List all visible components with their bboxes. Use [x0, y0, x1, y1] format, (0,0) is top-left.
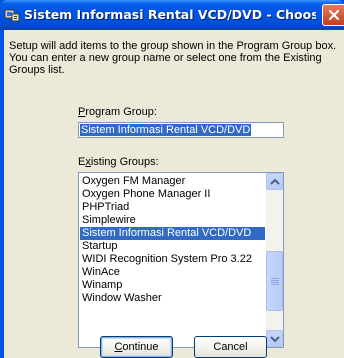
cancel-button[interactable]: Cancel [194, 336, 267, 358]
list-item[interactable]: Sistem Informasi Rental VCD/DVD [80, 227, 265, 240]
existing-groups-label: Existing Groups: [78, 156, 159, 168]
continue-label-rest: ontinue [122, 341, 159, 353]
thumb-grip-line [271, 278, 279, 279]
list-scrollbar[interactable] [266, 173, 283, 347]
program-group-label-rest: rogram Group: [85, 106, 157, 118]
program-group-input[interactable]: Sistem Informasi Rental VCD/DVD [78, 122, 284, 138]
thumb-grip-line [271, 282, 279, 283]
thumb-grip-line [271, 280, 279, 281]
dialog-body: Setup will add items to the group shown … [4, 30, 344, 358]
list-item[interactable]: WinAce [80, 266, 265, 279]
list-item[interactable]: Winamp [80, 279, 265, 292]
program-group-value: Sistem Informasi Rental VCD/DVD [80, 124, 252, 136]
title-bar[interactable]: Sistem Informasi Rental VCD/DVD - Choose… [0, 0, 344, 30]
list-item[interactable]: PHPTriad [80, 201, 265, 214]
list-item[interactable]: Oxygen Phone Manager II [80, 188, 265, 201]
scroll-down-button[interactable] [266, 330, 283, 347]
setup-window: Sistem Informasi Rental VCD/DVD - Choose… [0, 0, 344, 358]
existing-groups-list[interactable]: Oxygen FM Manager Oxygen Phone Manager II… [78, 172, 284, 348]
close-icon [328, 9, 340, 21]
existing-groups-items: Oxygen FM Manager Oxygen Phone Manager II… [80, 175, 265, 305]
setup-app-icon [4, 9, 20, 22]
list-item[interactable]: Window Washer [80, 292, 265, 305]
chevron-down-icon [270, 336, 280, 343]
scroll-up-button[interactable] [266, 173, 283, 190]
close-button[interactable] [322, 4, 344, 26]
continue-button[interactable]: Continue [100, 336, 173, 358]
existing-groups-label-rest: isting Groups: [90, 156, 159, 168]
program-group-label: Program Group: [78, 106, 157, 118]
list-item[interactable]: Startup [80, 240, 265, 253]
instructions-text: Setup will add items to the group shown … [9, 40, 337, 76]
window-title: Sistem Informasi Rental VCD/DVD - Choose… [24, 7, 316, 22]
chevron-up-icon [270, 178, 280, 185]
list-item[interactable]: Simplewire [80, 214, 265, 227]
thumb-grip-line [271, 284, 279, 285]
list-item[interactable]: WIDI Recognition System Pro 3.22 [80, 253, 265, 266]
list-item[interactable]: Oxygen FM Manager [80, 175, 265, 188]
scroll-thumb[interactable] [266, 251, 283, 311]
